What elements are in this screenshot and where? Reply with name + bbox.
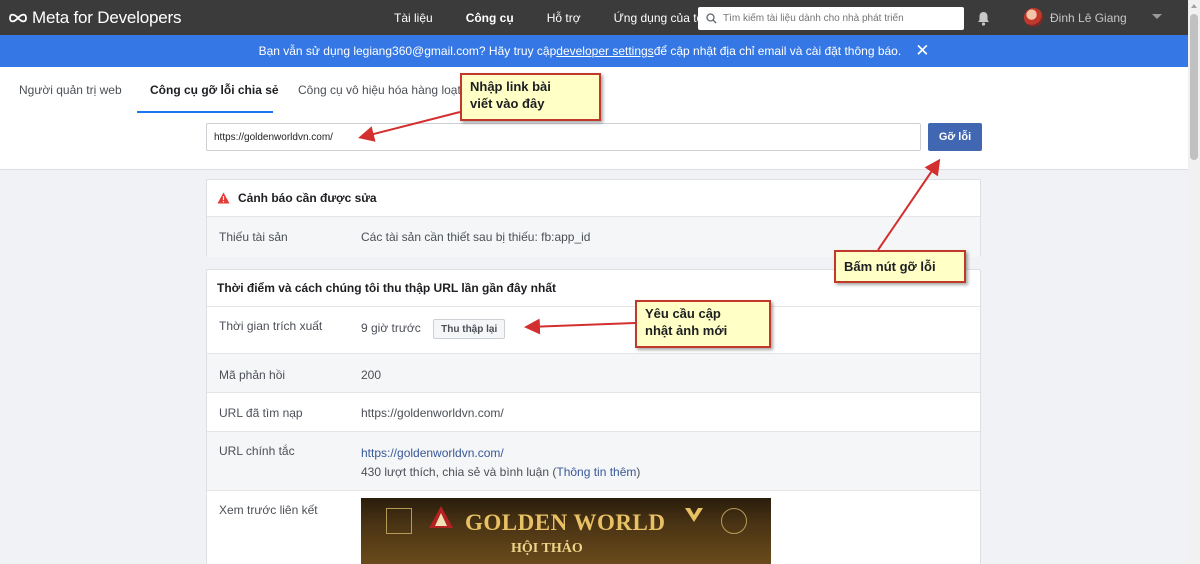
warnings-header: Cảnh báo cần được sửa bbox=[207, 180, 980, 217]
banner-text-before: Bạn vẫn sử dụng legiang360@gmail.com? Hã… bbox=[258, 44, 557, 58]
fetched-url-label: URL đã tìm nạp bbox=[219, 406, 303, 420]
response-code-value: 200 bbox=[361, 368, 382, 382]
debug-button[interactable]: Gỡ lỗi bbox=[928, 123, 982, 151]
link-preview-label: Xem trước liên kết bbox=[219, 503, 318, 517]
meta-infinity-icon bbox=[9, 13, 27, 22]
scrape-info-panel: Thời điểm và cách chúng tôi thu thập URL… bbox=[206, 269, 981, 564]
callout-input-line2: viết vào đây bbox=[470, 96, 545, 111]
callout-input-hint: Nhập link bài viết vào đây bbox=[460, 73, 601, 121]
preview-logo-icon bbox=[386, 508, 412, 534]
search-input[interactable] bbox=[723, 13, 953, 24]
banner-text-after: để cập nhật địa chỉ email và cài đặt thô… bbox=[653, 44, 902, 58]
recrawl-button[interactable]: Thu thập lại bbox=[433, 319, 506, 339]
more-info-link[interactable]: Thông tin thêm bbox=[556, 465, 636, 479]
callout-recrawl-hint: Yêu cầu cập nhật ảnh mới bbox=[635, 300, 771, 348]
bell-icon[interactable] bbox=[977, 11, 990, 26]
response-code-row: Mã phản hồi 200 bbox=[207, 354, 980, 393]
close-icon[interactable]: ✕ bbox=[915, 41, 929, 61]
engagement-close: ) bbox=[636, 465, 641, 479]
warning-icon bbox=[217, 192, 230, 204]
user-menu[interactable]: Đinh Lê Giang bbox=[1024, 8, 1127, 27]
response-code-label: Mã phản hồi bbox=[219, 368, 286, 382]
time-scraped-value: 9 giờ trước bbox=[361, 321, 421, 336]
preview-brand-icon bbox=[685, 508, 703, 522]
callout-button-hint: Bấm nút gỡ lỗi bbox=[834, 250, 966, 283]
callout-recrawl-line2: nhật ảnh mới bbox=[645, 323, 728, 338]
warning-label: Thiếu tài sản bbox=[219, 230, 288, 244]
tab-batch-invalidator[interactable]: Công cụ vô hiệu hóa hàng loạt bbox=[298, 83, 461, 97]
page-scrollbar[interactable] bbox=[1188, 0, 1200, 564]
canonical-url-row: URL chính tắc https://goldenworldvn.com/… bbox=[207, 432, 980, 491]
time-scraped-row: Thời gian trích xuất 9 giờ trước Thu thậ… bbox=[207, 307, 980, 354]
logo-text: Meta for Developers bbox=[32, 7, 182, 27]
nav-link-tools[interactable]: Công cụ bbox=[466, 11, 514, 25]
canonical-url-link[interactable]: https://goldenworldvn.com/ bbox=[361, 446, 504, 460]
engagement-text: 430 lượt thích, chia sẻ và bình luận ( bbox=[361, 465, 557, 479]
preview-subtitle: HỘI THẢO bbox=[511, 541, 583, 556]
warnings-title: Cảnh báo cần được sửa bbox=[238, 191, 377, 205]
meta-logo[interactable]: Meta for Developers bbox=[8, 8, 181, 28]
time-scraped-label: Thời gian trích xuất bbox=[219, 319, 323, 333]
canonical-url-label: URL chính tắc bbox=[219, 444, 295, 458]
user-name: Đinh Lê Giang bbox=[1050, 10, 1127, 25]
avatar[interactable] bbox=[1024, 8, 1043, 27]
preview-emblem-icon bbox=[429, 506, 453, 528]
fetched-url-link[interactable]: https://goldenworldvn.com/ bbox=[361, 406, 504, 420]
warnings-panel: Cảnh báo cần được sửa Thiếu tài sản Các … bbox=[206, 179, 981, 257]
url-input[interactable] bbox=[206, 123, 921, 151]
scroll-thumb[interactable] bbox=[1190, 14, 1198, 160]
nav-link-my-apps[interactable]: Ứng dụng của tôi bbox=[614, 11, 706, 25]
tab-webmaster[interactable]: Người quản trị web bbox=[19, 83, 122, 97]
developer-settings-link[interactable]: developer settings bbox=[556, 44, 653, 58]
active-tab-indicator bbox=[137, 111, 273, 113]
fetched-url-row: URL đã tìm nạp https://goldenworldvn.com… bbox=[207, 393, 980, 432]
nav-link-docs[interactable]: Tài liệu bbox=[394, 11, 433, 25]
scrape-info-title: Thời điểm và cách chúng tôi thu thập URL… bbox=[217, 281, 557, 295]
canonical-url-values: https://goldenworldvn.com/ 430 lượt thíc… bbox=[361, 444, 640, 482]
email-banner: Bạn vẫn sử dụng legiang360@gmail.com? Hã… bbox=[0, 35, 1188, 67]
chevron-down-icon[interactable] bbox=[1152, 14, 1162, 19]
link-preview-image[interactable]: GOLDEN WORLD HỘI THẢO bbox=[361, 498, 771, 564]
warning-value: Các tài sản cần thiết sau bị thiếu: fb:a… bbox=[361, 230, 591, 244]
time-scraped-value-wrap: 9 giờ trước Thu thập lại bbox=[361, 319, 506, 339]
callout-recrawl-line1: Yêu cầu cập bbox=[645, 306, 721, 321]
top-nav: Meta for Developers Tài liệu Công cụ Hỗ … bbox=[0, 0, 1188, 35]
callout-input-line1: Nhập link bài bbox=[470, 79, 551, 94]
preview-title: GOLDEN WORLD bbox=[465, 510, 666, 535]
search-icon bbox=[706, 13, 717, 24]
tab-sharing-debugger[interactable]: Công cụ gỡ lỗi chia sẻ bbox=[150, 83, 279, 97]
search-box[interactable] bbox=[698, 7, 964, 30]
preview-partner-icon bbox=[721, 508, 747, 534]
scroll-up-icon[interactable] bbox=[1191, 4, 1197, 8]
nav-link-support[interactable]: Hỗ trợ bbox=[547, 11, 581, 25]
